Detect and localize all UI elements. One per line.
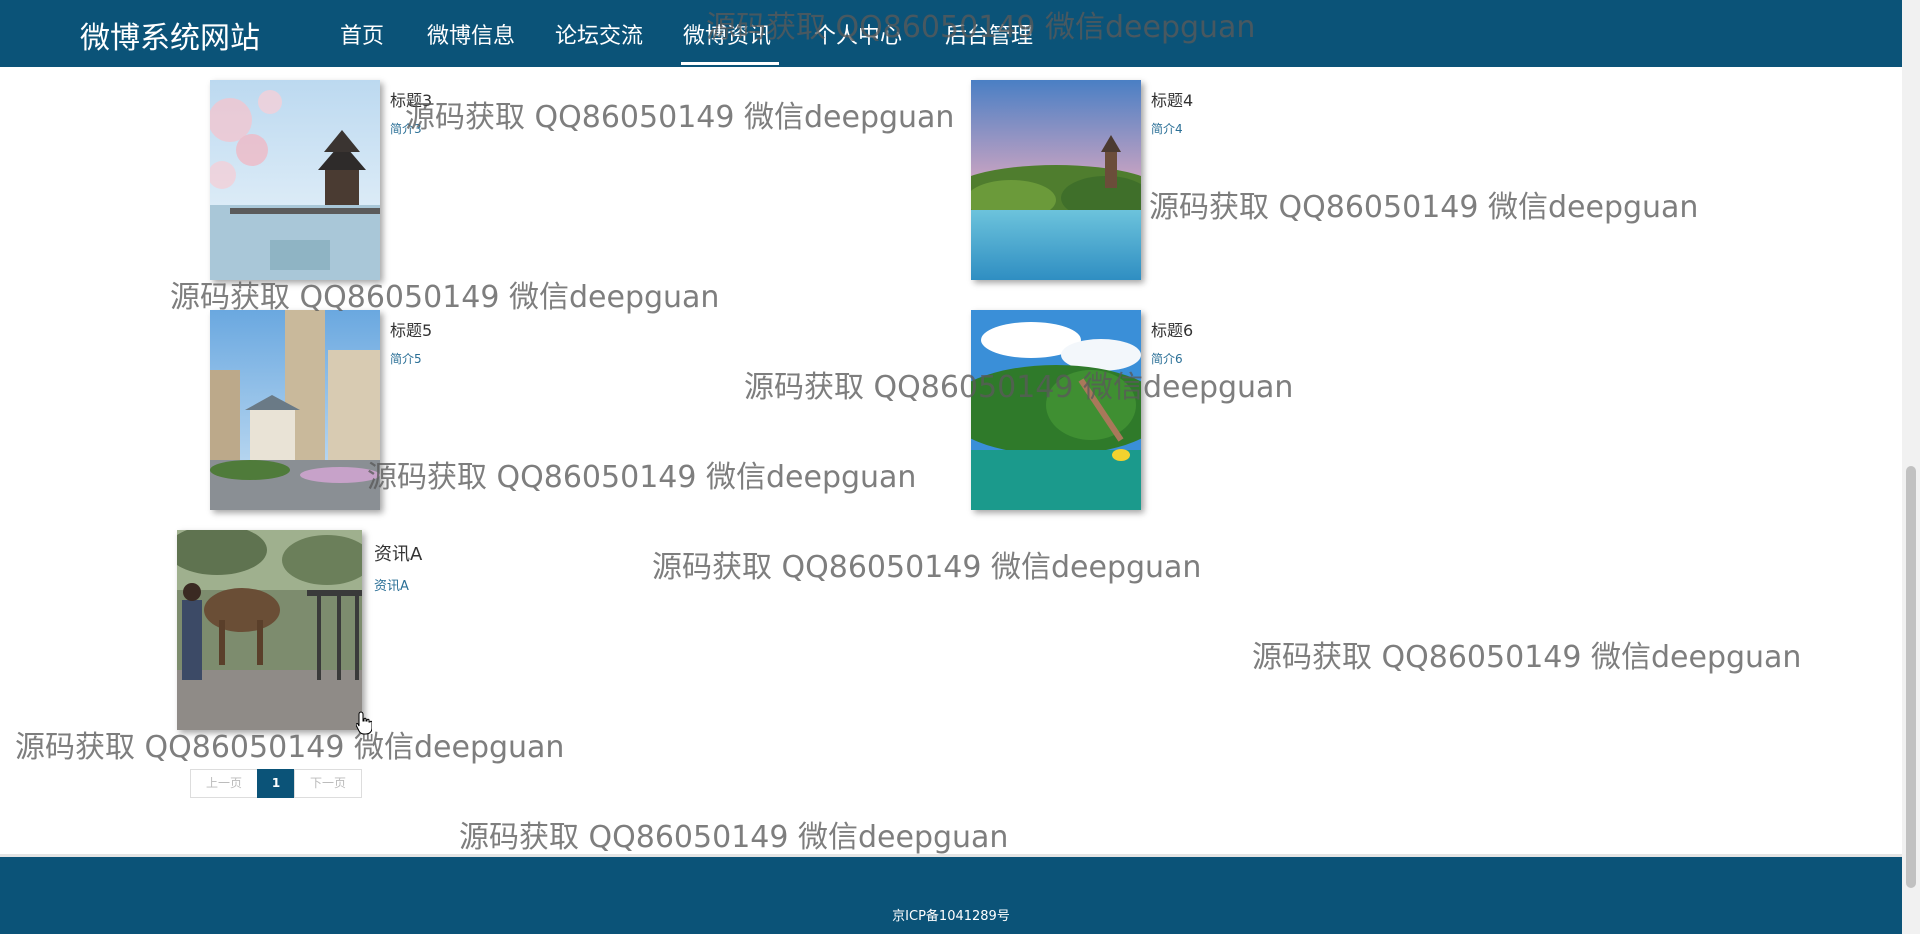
news-thumbnail[interactable] xyxy=(177,530,362,730)
watermark: 源码获取 QQ86050149 微信deepguan xyxy=(1149,190,1699,225)
news-title[interactable]: 资讯A xyxy=(374,540,422,566)
news-title[interactable]: 标题4 xyxy=(1151,87,1193,111)
nav-item-weibo-news[interactable]: 微博资讯 xyxy=(680,18,780,65)
nav-item-admin[interactable]: 后台管理 xyxy=(945,18,1033,50)
news-intro: 简介5 xyxy=(390,352,422,366)
news-title[interactable]: 标题3 xyxy=(390,87,432,111)
scrollbar-thumb[interactable] xyxy=(1906,466,1916,888)
news-thumbnail[interactable] xyxy=(210,80,380,280)
top-nav-bar: 微博系统网站 首页 微博信息 论坛交流 微博资讯 个人中心 后台管理 xyxy=(0,0,1902,67)
news-intro: 简介4 xyxy=(1151,122,1183,136)
news-title[interactable]: 标题6 xyxy=(1151,317,1193,341)
hand-pointer-icon xyxy=(356,711,372,735)
current-page-button[interactable]: 1 xyxy=(257,769,295,798)
news-intro: 资讯A xyxy=(374,579,409,594)
watermark: 源码获取 QQ86050149 微信deepguan xyxy=(459,820,1009,855)
watermark: 源码获取 QQ86050149 微信deepguan xyxy=(652,550,1202,585)
footer: 京ICP备1041289号 xyxy=(0,854,1902,934)
news-title[interactable]: 标题5 xyxy=(390,317,432,341)
watermark: 源码获取 QQ86050149 微信deepguan xyxy=(1252,640,1802,675)
nav-item-weibo-info[interactable]: 微博信息 xyxy=(427,18,515,50)
site-brand[interactable]: 微博系统网站 xyxy=(80,13,260,57)
news-thumbnail[interactable] xyxy=(971,310,1141,510)
icp-record: 京ICP备1041289号 xyxy=(892,909,1010,924)
nav-item-personal-center[interactable]: 个人中心 xyxy=(814,18,902,50)
news-intro: 简介3 xyxy=(390,122,422,136)
nav-item-forum[interactable]: 论坛交流 xyxy=(555,18,643,50)
prev-page-button[interactable]: 上一页 xyxy=(190,769,258,798)
news-thumbnail[interactable] xyxy=(971,80,1141,280)
news-intro: 简介6 xyxy=(1151,352,1183,366)
watermark: 源码获取 QQ86050149 微信deepguan xyxy=(367,460,917,495)
news-thumbnail[interactable] xyxy=(210,310,380,510)
watermark: 源码获取 QQ86050149 微信deepguan xyxy=(405,100,955,135)
nav-item-home[interactable]: 首页 xyxy=(340,18,384,50)
next-page-button[interactable]: 下一页 xyxy=(294,769,362,798)
